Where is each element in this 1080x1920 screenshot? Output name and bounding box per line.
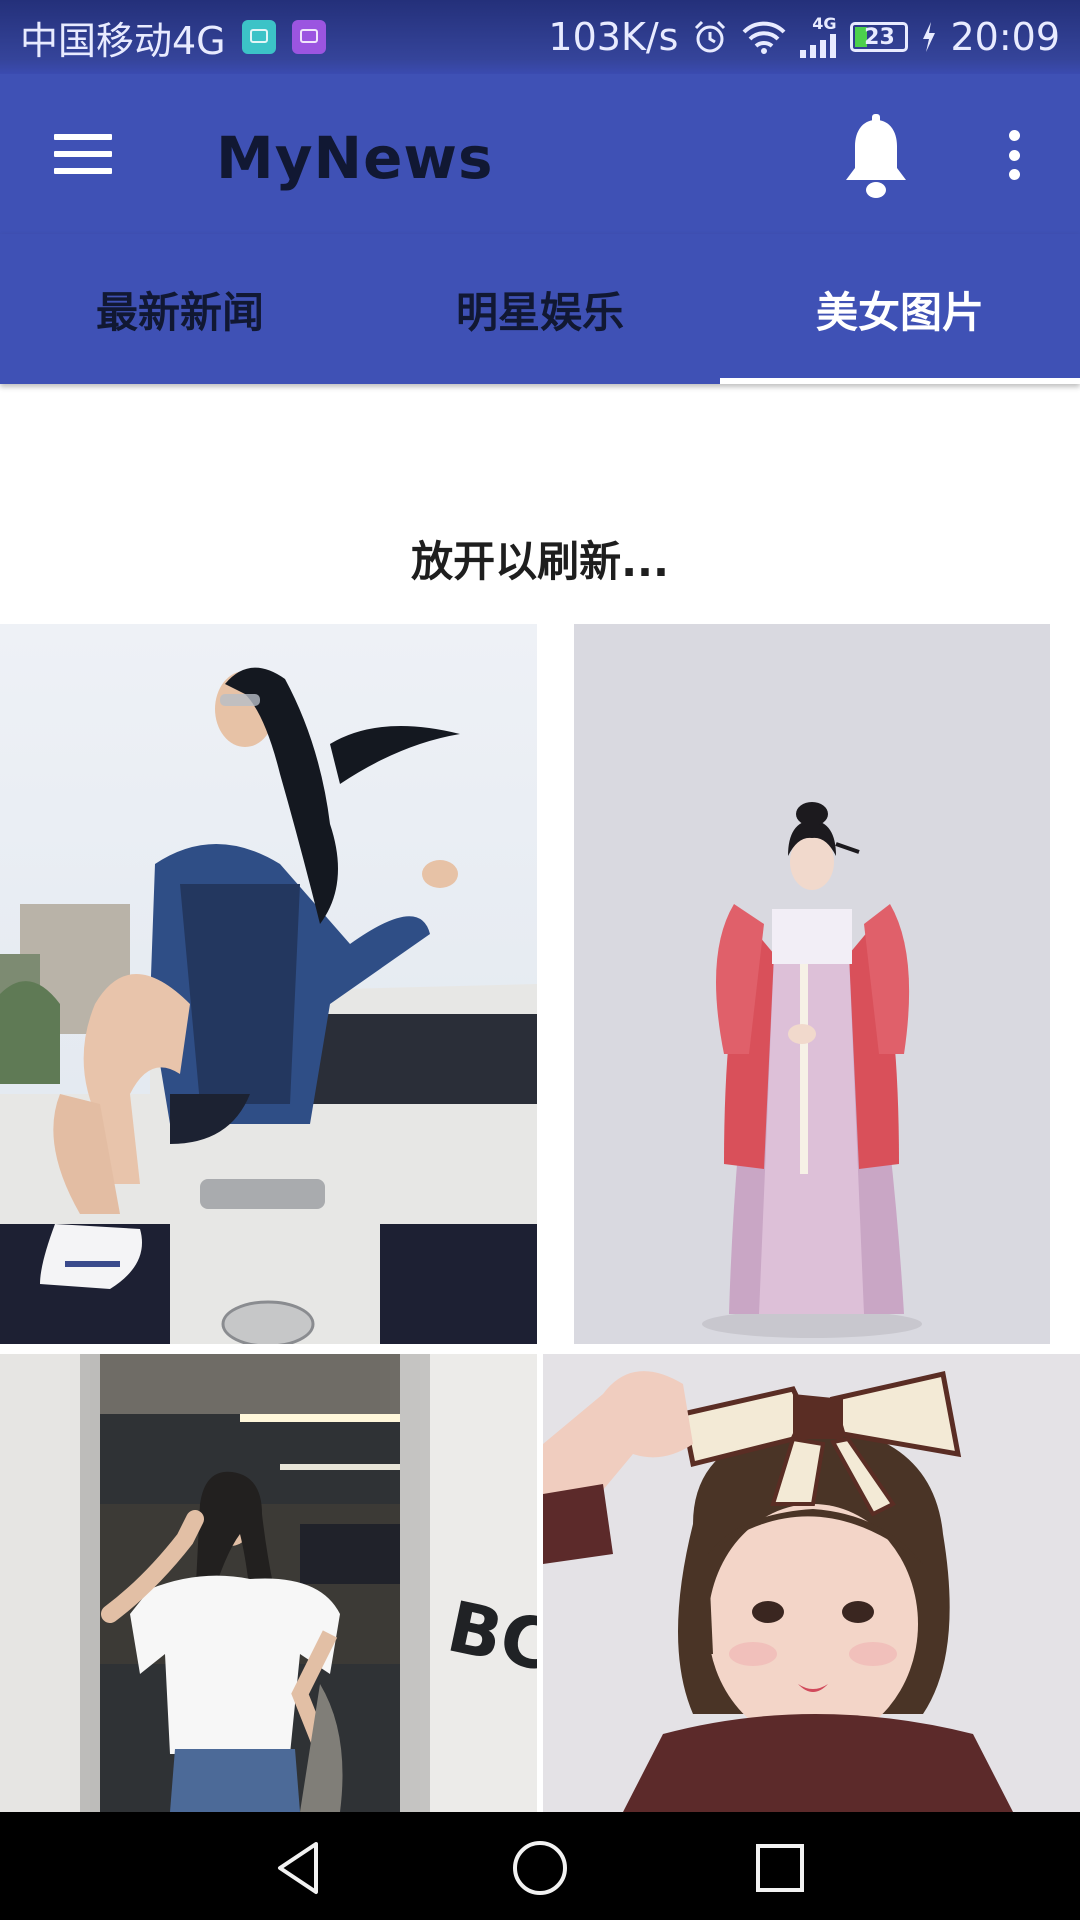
status-bar-right: 103K/s 4G 23 20:09 — [548, 0, 1060, 74]
tab-latest-news[interactable]: 最新新闻 — [0, 234, 360, 384]
menu-icon[interactable] — [54, 134, 112, 174]
battery-level: 23 — [864, 24, 895, 50]
signal-icon — [800, 32, 837, 58]
clock: 20:09 — [950, 15, 1060, 59]
photo-image — [0, 624, 537, 1344]
photo-image: BC — [0, 1354, 537, 1812]
battery-icon: 23 — [850, 22, 909, 52]
more-vert-icon[interactable] — [1000, 130, 1028, 180]
refresh-hint: 放开以刷新... — [411, 537, 669, 586]
home-icon[interactable] — [510, 1838, 570, 1898]
photo-image — [574, 624, 1050, 1344]
network-speed: 103K/s — [548, 15, 679, 59]
photo-card[interactable] — [574, 624, 1050, 1344]
charging-icon — [923, 22, 936, 52]
back-icon[interactable] — [270, 1838, 330, 1898]
status-bar: 中国移动4G 103K/s 4G 23 20:09 — [0, 0, 1080, 74]
gallery-notification-icon — [291, 20, 326, 54]
alarm-icon — [695, 20, 726, 53]
status-bar-left: 中国移动4G — [20, 0, 326, 74]
wifi-icon — [743, 21, 786, 54]
photo-card[interactable] — [543, 1354, 1080, 1812]
photo-image — [543, 1354, 1080, 1812]
signal-group: 4G — [800, 14, 837, 58]
app-bar: MyNews — [0, 74, 1080, 234]
bell-icon[interactable] — [836, 114, 916, 204]
tab-bar: 最新新闻 明星娱乐 美女图片 — [0, 234, 1080, 384]
recent-apps-icon[interactable] — [750, 1838, 810, 1898]
network-type: 4G — [812, 14, 837, 33]
tab-celebrity-entertainment[interactable]: 明星娱乐 — [360, 234, 720, 384]
carrier-label: 中国移动4G — [20, 18, 226, 63]
photo-card[interactable] — [0, 624, 537, 1344]
android-notification-icon — [241, 20, 276, 54]
tab-beauty-photos[interactable]: 美女图片 — [720, 234, 1080, 384]
app-title: MyNews — [216, 124, 494, 192]
navigation-bar — [0, 1812, 1080, 1920]
photo-card[interactable]: BC — [0, 1354, 537, 1812]
